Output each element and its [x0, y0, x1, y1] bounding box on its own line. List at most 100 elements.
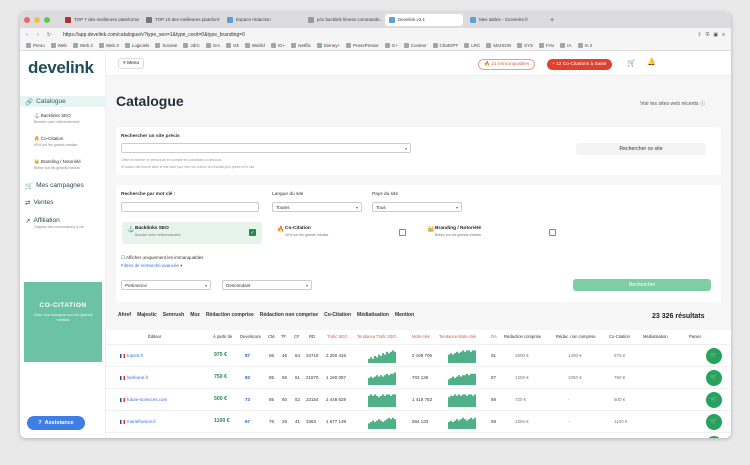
- browser-tab[interactable]: Mes tables - Scometre.fr: [466, 14, 544, 26]
- immanquables-checkbox[interactable]: ☐ Afficher uniquement les immanquables: [121, 255, 204, 261]
- result-tab[interactable]: Majestic: [137, 312, 157, 318]
- column-header[interactable]: Develscore: [240, 334, 261, 339]
- reload-icon[interactable]: ↻: [45, 32, 53, 38]
- assistance-button[interactable]: ? Assistance: [27, 416, 85, 430]
- bookmark-item[interactable]: Perso: [26, 43, 45, 48]
- bookmark-item[interactable]: IA: [560, 43, 572, 48]
- column-header[interactable]: Rédaction comprise: [504, 334, 541, 339]
- add-to-cart-button[interactable]: 🛒: [706, 436, 722, 438]
- bookmark-item[interactable]: Societe: [155, 43, 177, 48]
- add-to-cart-button[interactable]: 🛒: [706, 414, 722, 430]
- bookmark-item[interactable]: Web: [50, 43, 67, 48]
- browser-tab[interactable]: Espace rédaction: [223, 14, 301, 26]
- keyword-input[interactable]: [121, 202, 259, 212]
- bookmark-item[interactable]: SYS: [517, 43, 533, 48]
- bookmark-item[interactable]: Logiciels: [124, 43, 149, 48]
- recent-sites-link[interactable]: Voir les sites web récents ⓘ: [640, 100, 705, 107]
- column-header[interactable]: Panier: [689, 334, 701, 339]
- result-tab[interactable]: Rédaction comprise: [206, 312, 254, 318]
- bookmark-item[interactable]: MAISON: [486, 43, 511, 48]
- column-header[interactable]: CF: [294, 334, 300, 339]
- search-site-button[interactable]: Rechercher ce site: [576, 143, 706, 155]
- bookmark-item[interactable]: Gk: [226, 43, 239, 48]
- close-window-icon[interactable]: [24, 17, 30, 23]
- add-to-cart-button[interactable]: 🛒: [706, 348, 722, 364]
- bookmark-item[interactable]: JdrC: [183, 43, 200, 48]
- advanced-filters-link[interactable]: Filtres de recherche avancée ▾: [121, 263, 183, 269]
- result-tab[interactable]: Médiatisation: [357, 312, 389, 318]
- result-tab[interactable]: Mention: [395, 312, 414, 318]
- add-to-cart-button[interactable]: 🛒: [706, 392, 722, 408]
- cell-site[interactable]: lanfeune.fr: [120, 375, 148, 380]
- result-tab[interactable]: Rédaction non comprise: [260, 312, 318, 318]
- bookmark-item[interactable]: G+: [384, 43, 398, 48]
- result-tab[interactable]: Moz: [190, 312, 200, 318]
- order-select[interactable]: Descendant ▾: [222, 280, 312, 290]
- sidebar-item-campagnes[interactable]: 🛒 Mes campagnes: [20, 180, 106, 191]
- bookmark-item[interactable]: Contexr: [403, 43, 427, 48]
- new-tab-button[interactable]: +: [550, 17, 554, 24]
- sidebar-item-ventes[interactable]: ⇄ Ventes: [20, 197, 106, 208]
- sidebar-sub-cocitation[interactable]: 🔥 Co-Citation 40% sur les grands médias: [34, 136, 77, 148]
- result-tab[interactable]: Co-Citation: [324, 312, 351, 318]
- browser-tab[interactable]: TOP 10 des meilleures plateforme…: [142, 14, 220, 26]
- bookmark-item[interactable]: ChatGPT: [432, 43, 458, 48]
- menu-button[interactable]: ≡ Menu: [118, 58, 145, 69]
- extension-icon[interactable]: ▣: [713, 32, 718, 38]
- bookmark-item[interactable]: FAV: [539, 43, 554, 48]
- bookmark-item[interactable]: IA 2: [577, 43, 592, 48]
- minimize-window-icon[interactable]: [34, 17, 40, 23]
- cart-icon[interactable]: 🛒: [627, 59, 636, 67]
- browser-tab[interactable]: prix backlink fitness commande…: [304, 14, 382, 26]
- column-header[interactable]: Médiatisation: [643, 334, 668, 339]
- column-header[interactable]: CM: [268, 334, 275, 339]
- column-header[interactable]: DA: [491, 334, 497, 339]
- immanquables-button[interactable]: 🔥 21 Immanquables: [478, 59, 536, 70]
- notification-icon[interactable]: 🔔: [647, 58, 656, 66]
- column-header[interactable]: À partir de: [213, 334, 232, 339]
- backlinks-checkbox[interactable]: ✓: [249, 229, 256, 236]
- bookmark-item[interactable]: Netflix: [291, 43, 311, 48]
- forward-icon[interactable]: ›: [34, 32, 42, 38]
- cell-site[interactable]: future-sciences.com: [120, 397, 167, 402]
- url-field[interactable]: https://app.develink.com/catalogue/v?typ…: [63, 32, 245, 38]
- option-backlinks-seo[interactable]: ⚓ Backlinks SEO Booster votre référencem…: [122, 222, 262, 244]
- sidebar-sub-backlinks[interactable]: ⚓ Backlinks SEO Booster votre référenceme…: [34, 113, 80, 125]
- cocitations-button[interactable]: + 12 Co-Citations à Saisir: [547, 59, 612, 70]
- share-icon[interactable]: ⇪: [697, 32, 701, 38]
- country-select[interactable]: Tous ▾: [372, 202, 462, 212]
- shield-icon[interactable]: ⛨: [706, 32, 710, 38]
- bookmark-item[interactable]: LRC: [464, 43, 480, 48]
- bookmark-item[interactable]: IG+: [270, 43, 285, 48]
- column-header[interactable]: Trafic SEO: [327, 334, 347, 339]
- column-header[interactable]: RD: [309, 334, 315, 339]
- column-header[interactable]: Tendance Mots-clés: [439, 334, 476, 339]
- sort-select[interactable]: Pertinence ▾: [121, 280, 211, 290]
- bookmark-item[interactable]: Webfd: [244, 43, 265, 48]
- browser-tab[interactable]: TOP 7 des meilleures plateforme…: [61, 14, 139, 26]
- bookmark-item[interactable]: PressPresse: [346, 43, 379, 48]
- back-icon[interactable]: ‹: [23, 32, 31, 38]
- site-search-input[interactable]: ▾: [121, 143, 411, 153]
- bookmark-item[interactable]: Grv: [205, 43, 220, 48]
- result-tab[interactable]: Ahref: [118, 312, 131, 318]
- column-header[interactable]: Tendance Trafic SEO: [357, 334, 397, 339]
- maximize-window-icon[interactable]: [44, 17, 50, 23]
- result-tab[interactable]: Semrush: [163, 312, 184, 318]
- cell-site[interactable]: topsnt.fr: [120, 353, 143, 358]
- menu-icon[interactable]: ≡: [722, 32, 725, 38]
- language-select[interactable]: Toutes ▾: [272, 202, 362, 212]
- cocitation-banner[interactable]: CO-CITATION Citez vos marques sur les gr…: [24, 282, 102, 362]
- cocitation-checkbox[interactable]: [399, 229, 406, 236]
- bookmark-item[interactable]: Web 2: [72, 43, 93, 48]
- column-header[interactable]: Éditeur: [148, 334, 161, 339]
- cell-site[interactable]: marieframce.fr: [120, 419, 156, 424]
- search-button[interactable]: Rechercher: [573, 279, 711, 291]
- develink-logo[interactable]: develink: [28, 58, 94, 78]
- branding-checkbox[interactable]: [549, 229, 556, 236]
- column-header[interactable]: Rédac. non comprise: [556, 334, 596, 339]
- sidebar-sub-branding[interactable]: 👑 Branding / Notoriété Brillez sur les gr…: [34, 159, 81, 171]
- column-header[interactable]: Mots-clés: [412, 334, 430, 339]
- browser-tab[interactable]: Develink v3.1: [385, 14, 463, 26]
- column-header[interactable]: TF: [281, 334, 286, 339]
